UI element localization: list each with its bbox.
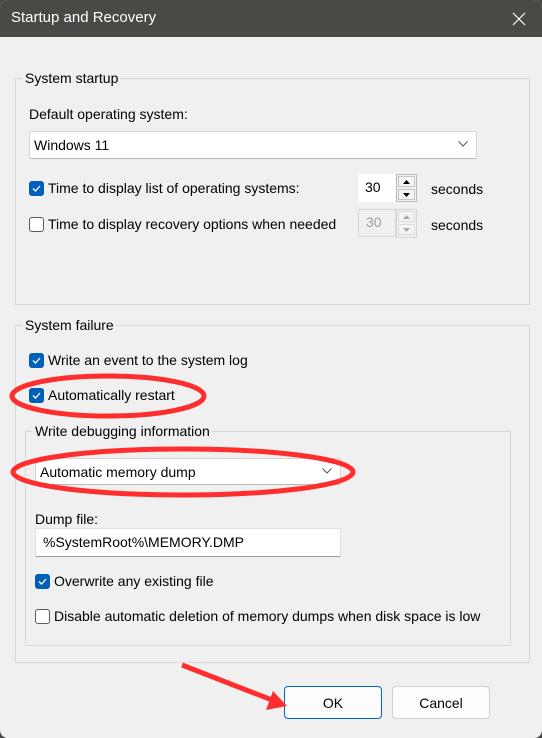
cancel-button[interactable]: Cancel: [392, 686, 490, 719]
close-button[interactable]: [496, 0, 542, 37]
auto-restart-checkbox[interactable]: Automatically restart: [29, 386, 175, 404]
dump-type-value: Automatic memory dump: [40, 464, 196, 480]
display-recovery-checkbox[interactable]: Time to display recovery options when ne…: [29, 215, 372, 233]
checkbox-unchecked-icon: [29, 216, 44, 232]
spin-up-button[interactable]: [398, 176, 415, 187]
display-recovery-unit: seconds: [431, 217, 483, 233]
spin-down-button[interactable]: [398, 189, 415, 200]
dialog-body: System startup Default operating system:…: [1, 37, 541, 738]
arrow-down-icon: [403, 192, 410, 197]
default-os-dropdown[interactable]: Windows 11: [29, 131, 477, 159]
arrow-down-icon: [403, 227, 410, 232]
checkbox-unchecked-icon: [35, 608, 50, 624]
display-list-seconds-input[interactable]: 30: [358, 174, 396, 202]
arrow-up-icon: [403, 179, 410, 184]
dump-file-input[interactable]: %SystemRoot%\MEMORY.DMP: [35, 528, 341, 557]
close-icon: [512, 12, 526, 25]
chevron-down-icon: [458, 141, 468, 147]
spin-up-button[interactable]: [398, 211, 415, 222]
overwrite-checkbox[interactable]: Overwrite any existing file: [35, 572, 214, 590]
display-list-checkbox[interactable]: Time to display list of operating system…: [29, 179, 300, 197]
default-os-value: Windows 11: [34, 137, 110, 153]
chevron-down-icon: [322, 468, 332, 474]
checkbox-checked-icon: [29, 180, 44, 196]
display-recovery-label: Time to display recovery options when ne…: [48, 216, 337, 232]
display-list-label: Time to display list of operating system…: [48, 180, 300, 196]
disable-auto-delete-checkbox[interactable]: Disable automatic deletion of memory dum…: [35, 607, 495, 625]
display-list-spinner: [396, 174, 417, 202]
ok-button[interactable]: OK: [284, 686, 382, 719]
display-list-unit: seconds: [431, 181, 483, 197]
display-recovery-spinner: [396, 209, 417, 238]
debug-info-label: Write debugging information: [33, 422, 212, 440]
title-bar: Startup and Recovery: [0, 0, 542, 37]
default-os-label: Default operating system:: [29, 106, 188, 122]
write-event-label: Write an event to the system log: [48, 352, 248, 368]
dump-type-dropdown[interactable]: Automatic memory dump: [35, 458, 341, 485]
window-title: Startup and Recovery: [11, 9, 157, 26]
checkbox-checked-icon: [35, 573, 50, 589]
overwrite-label: Overwrite any existing file: [54, 573, 214, 589]
startup-recovery-dialog: Startup and Recovery System startup Defa…: [0, 0, 542, 738]
system-failure-label: System failure: [23, 316, 116, 334]
display-recovery-seconds-input[interactable]: 30: [358, 209, 396, 237]
checkbox-checked-icon: [29, 352, 44, 368]
arrow-up-icon: [403, 214, 410, 219]
dump-file-label: Dump file:: [35, 511, 99, 527]
write-event-checkbox[interactable]: Write an event to the system log: [29, 351, 248, 369]
checkbox-checked-icon: [29, 387, 44, 403]
auto-restart-label: Automatically restart: [48, 387, 175, 403]
system-startup-label: System startup: [23, 69, 121, 87]
spin-down-button[interactable]: [398, 224, 415, 235]
disable-auto-delete-label: Disable automatic deletion of memory dum…: [54, 608, 481, 624]
